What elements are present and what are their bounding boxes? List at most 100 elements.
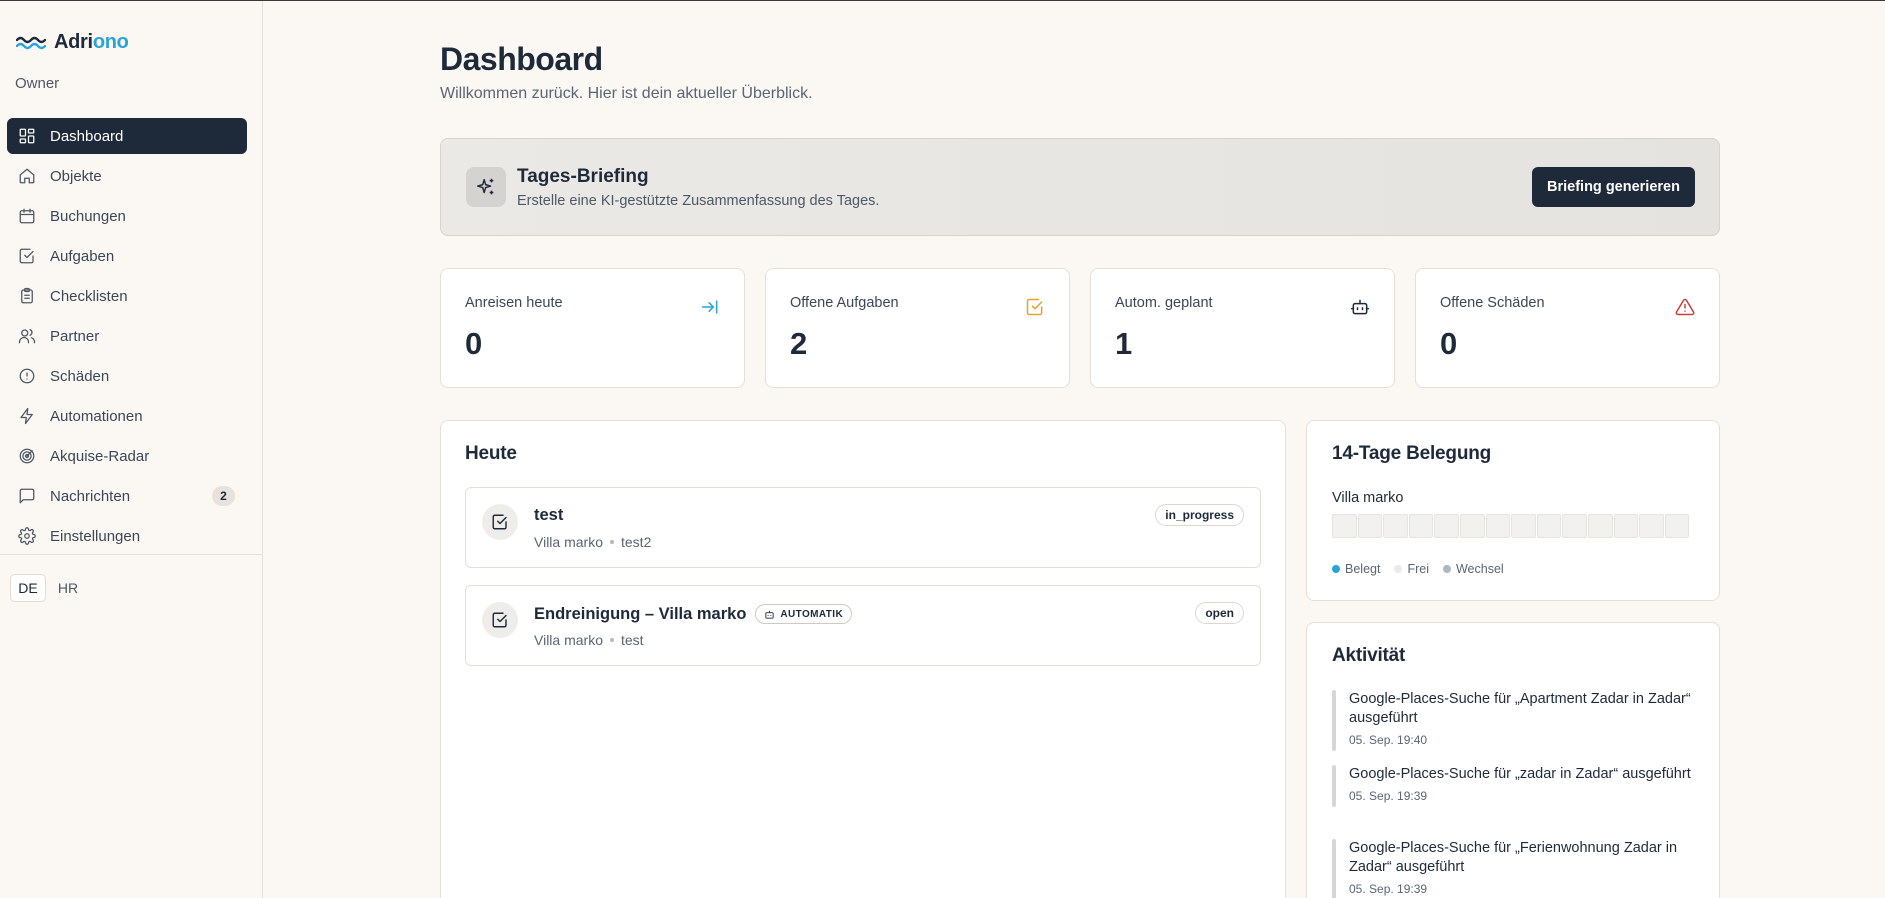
legend-free: Frei	[1394, 562, 1429, 576]
occupancy-day-cell[interactable]	[1459, 514, 1485, 538]
sidebar-item-label: Aufgaben	[50, 247, 115, 265]
clipboard-icon	[21, 287, 33, 304]
stat-label: Autom. geplant	[1115, 295, 1213, 311]
occupancy-day-cell[interactable]	[1485, 514, 1511, 538]
occupancy-day-cell[interactable]	[1332, 514, 1357, 538]
generate-briefing-button[interactable]: Briefing generieren	[1532, 167, 1695, 207]
task-detail: test2	[621, 534, 652, 550]
sidebar-item-nachrichten[interactable]: Nachrichten 2	[7, 478, 247, 514]
robot-icon	[765, 610, 775, 619]
brand-logo[interactable]: Adriono	[16, 31, 129, 54]
message-icon	[19, 488, 35, 504]
page-title: Dashboard	[440, 41, 603, 77]
task-check-icon	[482, 602, 518, 638]
occupancy-day-cell[interactable]	[1562, 514, 1587, 538]
sidebar-item-schaeden[interactable]: Schäden	[7, 358, 247, 394]
occupancy-day-cell[interactable]	[1511, 514, 1536, 538]
language-de-button[interactable]: DE	[10, 574, 46, 602]
occupancy-day-cell[interactable]	[1639, 514, 1664, 538]
task-item[interactable]: Endreinigung – Villa marko AUTOMATIK Vil…	[465, 585, 1261, 666]
sidebar-item-label: Buchungen	[50, 207, 126, 225]
check-square-icon	[19, 248, 34, 264]
robot-icon	[1350, 297, 1370, 317]
sidebar: Adriono Owner Dashboard Objekte Buchunge…	[0, 1, 263, 898]
activity-item: Google-Places-Suche für „Apartment Zadar…	[1332, 690, 1700, 751]
occupancy-day-cell[interactable]	[1434, 514, 1459, 538]
page-subtitle: Willkommen zurück. Hier ist dein aktuell…	[440, 85, 813, 102]
briefing-title: Tages-Briefing	[517, 166, 649, 187]
brand-name: Adriono	[54, 31, 129, 53]
sidebar-item-label: Automationen	[50, 407, 143, 425]
status-badge: in_progress	[1155, 504, 1244, 526]
activity-time: 05. Sep. 19:40	[1349, 733, 1428, 747]
language-hr-button[interactable]: HR	[50, 574, 86, 602]
sidebar-item-label: Einstellungen	[50, 527, 141, 545]
sidebar-item-aufgaben[interactable]: Aufgaben	[7, 238, 247, 274]
occupancy-legend: Belegt Frei Wechsel	[1332, 562, 1504, 576]
occupancy-day-cell[interactable]	[1408, 514, 1434, 538]
occupancy-day-cell[interactable]	[1536, 514, 1562, 538]
occupancy-card: 14-Tage Belegung Villa marko Belegt Frei…	[1306, 420, 1720, 601]
sidebar-item-label: Akquise-Radar	[50, 447, 150, 465]
sidebar-item-einstellungen[interactable]: Einstellungen	[7, 518, 247, 554]
sidebar-divider	[0, 554, 262, 555]
stat-card-auto-planned[interactable]: Autom. geplant 1	[1090, 268, 1395, 388]
sidebar-item-buchungen[interactable]: Buchungen	[7, 198, 247, 234]
stat-value: 0	[1440, 326, 1458, 361]
legend-occupied: Belegt	[1332, 562, 1380, 576]
sidebar-item-label: Objekte	[50, 167, 102, 185]
sidebar-item-label: Schäden	[50, 367, 110, 385]
occupancy-grid	[1332, 514, 1690, 538]
activity-bar	[1332, 765, 1336, 807]
briefing-subtitle: Erstelle eine KI-gestützte Zusammenfassu…	[517, 193, 880, 209]
activity-text: Google-Places-Suche für „zadar in Zadar“…	[1349, 766, 1691, 782]
arrow-in-icon	[700, 297, 720, 317]
stat-card-open-damages[interactable]: Offene Schäden 0	[1415, 268, 1720, 388]
gear-icon	[18, 527, 36, 545]
stat-card-arrivals[interactable]: Anreisen heute 0	[440, 268, 745, 388]
task-detail: test	[621, 632, 644, 648]
home-icon	[19, 168, 35, 184]
task-title: test	[534, 506, 564, 524]
stat-value: 1	[1115, 326, 1133, 361]
stat-label: Anreisen heute	[465, 295, 563, 311]
activity-bar	[1332, 839, 1336, 898]
activity-time: 05. Sep. 19:39	[1349, 882, 1428, 896]
sidebar-item-dashboard[interactable]: Dashboard	[7, 118, 247, 154]
activity-bar	[1332, 690, 1336, 751]
occupancy-property-name: Villa marko	[1332, 490, 1404, 506]
occupancy-title: 14-Tage Belegung	[1332, 443, 1492, 464]
sidebar-nav: Dashboard Objekte Buchungen Aufgaben Che…	[7, 118, 247, 558]
today-card: Heute test Villa marko test2 in_progress…	[440, 420, 1286, 898]
stat-card-open-tasks[interactable]: Offene Aufgaben 2	[765, 268, 1070, 388]
daily-briefing-panel: Tages-Briefing Erstelle eine KI-gestützt…	[440, 138, 1720, 236]
calendar-icon	[19, 208, 35, 224]
users-icon	[18, 328, 36, 344]
task-property: Villa marko	[534, 632, 603, 648]
occupancy-day-cell[interactable]	[1383, 514, 1408, 538]
stat-value: 2	[790, 326, 808, 361]
occupancy-day-cell[interactable]	[1664, 514, 1690, 538]
occupancy-day-cell[interactable]	[1613, 514, 1639, 538]
occupancy-day-cell[interactable]	[1357, 514, 1383, 538]
activity-text: Google-Places-Suche für „Ferienwohnung Z…	[1349, 840, 1678, 875]
unread-count-badge: 2	[212, 486, 235, 506]
activity-item: Google-Places-Suche für „Ferienwohnung Z…	[1332, 839, 1700, 898]
activity-card: Aktivität Google-Places-Suche für „Apart…	[1306, 622, 1720, 898]
sidebar-item-partner[interactable]: Partner	[7, 318, 247, 354]
sidebar-item-akquise-radar[interactable]: Akquise-Radar	[7, 438, 247, 474]
stat-label: Offene Aufgaben	[790, 295, 899, 311]
task-item[interactable]: test Villa marko test2 in_progress	[465, 487, 1261, 568]
status-badge: open	[1195, 602, 1244, 624]
dashboard-icon	[19, 128, 35, 144]
stat-label: Offene Schäden	[1440, 295, 1545, 311]
zap-icon	[20, 407, 33, 425]
alert-circle-icon	[19, 368, 35, 384]
sidebar-item-checklisten[interactable]: Checklisten	[7, 278, 247, 314]
sidebar-item-label: Nachrichten	[50, 487, 131, 505]
task-title: Endreinigung – Villa marko AUTOMATIK	[534, 604, 853, 624]
sidebar-item-objekte[interactable]: Objekte	[7, 158, 247, 194]
task-check-icon	[482, 504, 518, 540]
occupancy-day-cell[interactable]	[1587, 514, 1613, 538]
sidebar-item-automationen[interactable]: Automationen	[7, 398, 247, 434]
